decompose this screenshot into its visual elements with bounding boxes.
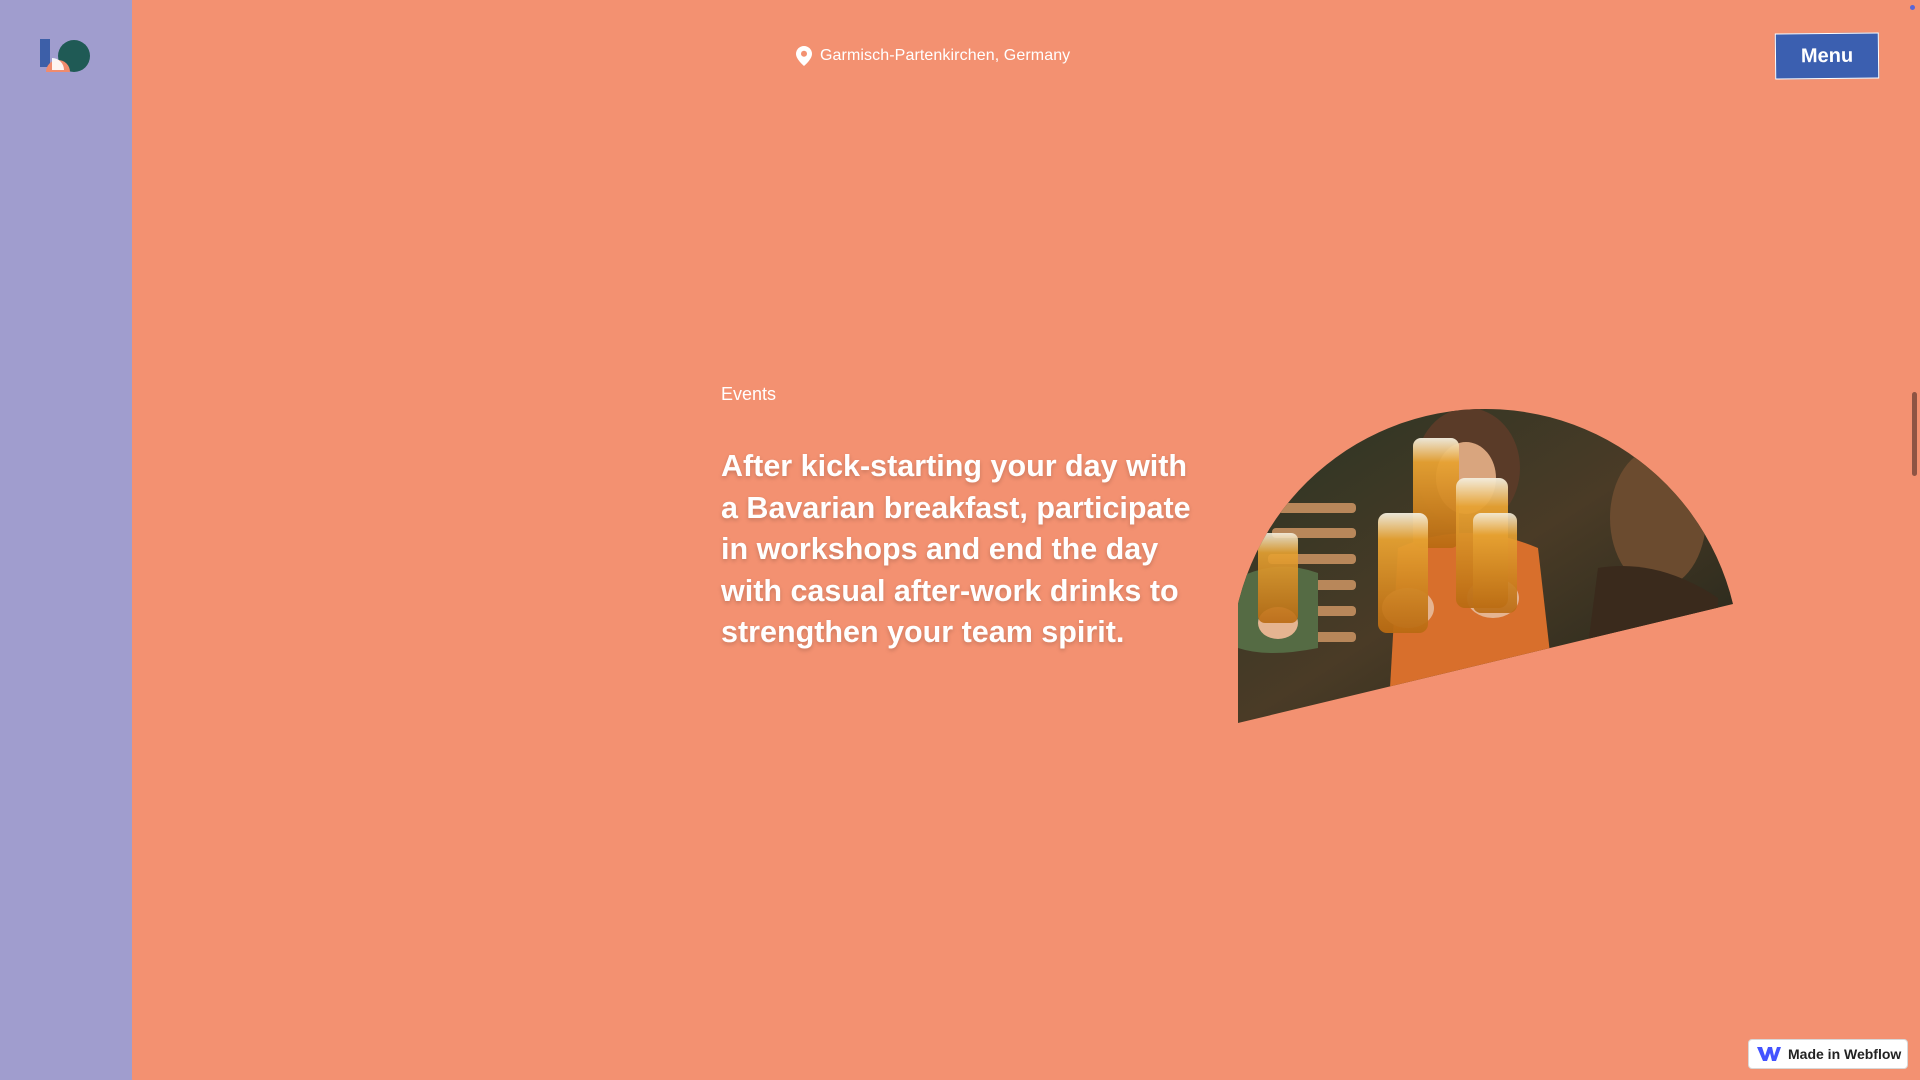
logo-icon xyxy=(40,39,90,72)
webflow-badge-label: Made in Webflow xyxy=(1788,1046,1902,1062)
map-pin-icon xyxy=(796,46,812,66)
section-eyebrow: Events xyxy=(721,384,777,404)
location-label: Garmisch-Partenkirchen, Germany xyxy=(796,46,1070,66)
photo-content xyxy=(1238,408,1733,723)
webflow-logo-icon xyxy=(1757,1047,1781,1061)
menu-button[interactable]: Menu xyxy=(1774,32,1880,80)
location-text: Garmisch-Partenkirchen, Germany xyxy=(820,47,1071,64)
sidebar xyxy=(0,0,132,1080)
page: Garmisch-Partenkirchen, Germany Menu Eve… xyxy=(0,0,1920,1080)
section-headline: After kick-starting your day with a Bava… xyxy=(721,449,1191,649)
made-in-webflow-badge[interactable]: Made in Webflow xyxy=(1748,1039,1908,1069)
corner-indicator xyxy=(1910,5,1915,10)
site-logo[interactable] xyxy=(38,36,94,76)
scrollbar-thumb[interactable] xyxy=(1912,392,1917,476)
events-photo xyxy=(1238,408,1733,723)
